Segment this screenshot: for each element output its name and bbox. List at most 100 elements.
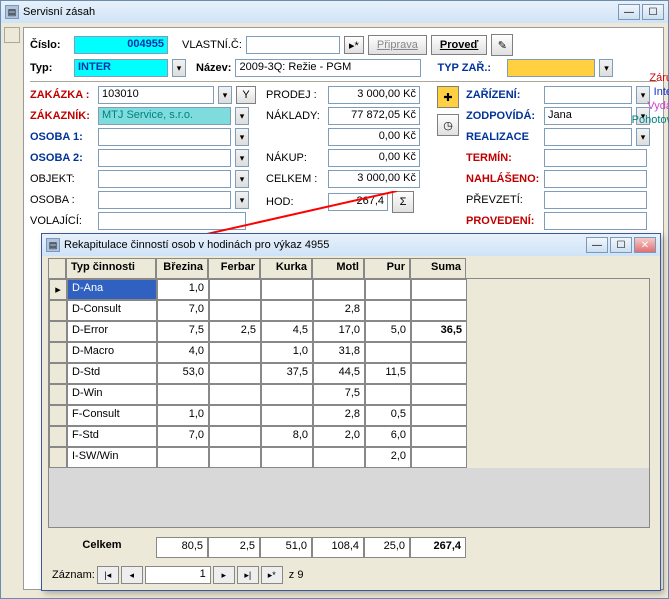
hod-label: HOD: (266, 196, 324, 208)
grid-body[interactable]: ▸D-Ana1,0D-Consult7,02,8D-Error7,52,54,5… (48, 278, 650, 528)
objekt-label: OBJEKT: (30, 173, 94, 185)
tot-1: 2,5 (208, 537, 260, 558)
objekt-dd[interactable] (235, 170, 249, 188)
provedeni-label: PROVEDENÍ: (466, 215, 540, 227)
osoba-label: OSOBA : (30, 194, 94, 206)
recap-titlebar: ▤ Rekapitulace činností osob v hodinách … (42, 234, 660, 256)
table-row[interactable]: ▸D-Ana1,0 (49, 279, 649, 300)
osoba1-dd[interactable] (235, 128, 249, 146)
hod-field[interactable]: 267,4 (328, 193, 388, 211)
plus-button[interactable]: ✚ (437, 86, 459, 108)
osoba1-field[interactable] (98, 128, 231, 146)
prodej-field[interactable]: 3 000,00 Kč (328, 86, 420, 104)
blank-field[interactable]: 0,00 Kč (328, 128, 420, 146)
nazev-field[interactable]: 2009-3Q: Režie - PGM (235, 59, 421, 77)
naklady-field[interactable]: 77 872,05 Kč (328, 107, 420, 125)
typzar-field[interactable] (507, 59, 595, 77)
clock-button[interactable]: ◷ (437, 114, 459, 136)
nav-prev[interactable]: ◂ (121, 566, 143, 584)
osoba2-field[interactable] (98, 149, 231, 167)
recap-icon: ▤ (46, 238, 60, 252)
table-row[interactable]: D-Win7,5 (49, 384, 649, 405)
nakup-label: NÁKUP: (266, 152, 324, 164)
totals-label: Celkem (48, 537, 156, 558)
celkem-field[interactable]: 3 000,00 Kč (328, 170, 420, 188)
tot-2: 51,0 (260, 537, 312, 558)
grid-header: Typ činnosti Březina Ferbar Kurka Motl P… (48, 258, 650, 279)
recap-min[interactable]: — (586, 237, 608, 253)
col-motl[interactable]: Motl (312, 258, 364, 279)
provedeni-field[interactable] (544, 212, 647, 230)
table-row[interactable]: D-Macro4,01,031,8 (49, 342, 649, 363)
zakazka-field[interactable]: 103010 (98, 86, 214, 104)
typzar-dropdown[interactable] (599, 59, 613, 77)
realizace-field[interactable] (544, 128, 632, 146)
main-window: ▤ Servisní zásah — ☐ Číslo: 004955 VLAST… (0, 0, 669, 599)
recap-close[interactable]: ✕ (634, 237, 656, 253)
col-kurka[interactable]: Kurka (260, 258, 312, 279)
table-row[interactable]: I-SW/Win2,0 (49, 447, 649, 468)
table-row[interactable]: D-Error7,52,54,517,05,036,5 (49, 321, 649, 342)
rec-label: Záznam: (52, 569, 95, 581)
side-legend: Záru Inte Vydá Pohotov (632, 71, 669, 127)
recap-window: ▤ Rekapitulace činností osob v hodinách … (41, 233, 661, 591)
tot-5: 267,4 (410, 537, 466, 558)
prevzeti-label: PŘEVZETÍ: (466, 194, 540, 206)
table-row[interactable]: F-Std7,08,02,06,0 (49, 426, 649, 447)
nav-next[interactable]: ▸ (213, 566, 235, 584)
volajici-field[interactable] (98, 212, 246, 230)
table-row[interactable]: D-Consult7,02,8 (49, 300, 649, 321)
col-typ[interactable]: Typ činnosti (66, 258, 156, 279)
minimize-button[interactable]: — (618, 4, 640, 20)
proved-button[interactable]: Proveď (431, 35, 487, 55)
maximize-button[interactable]: ☐ (642, 4, 664, 20)
tool-1[interactable] (4, 27, 20, 43)
zakaznik-label: ZÁKAZNÍK: (30, 110, 94, 122)
goto-button[interactable]: ▸* (344, 36, 364, 54)
zakaznik-dd[interactable] (235, 107, 249, 125)
nazev-label: Název: (196, 62, 231, 74)
osoba2-dd[interactable] (235, 149, 249, 167)
zakazka-dd[interactable] (218, 86, 232, 104)
termin-field[interactable] (544, 149, 647, 167)
osoba-dd[interactable] (235, 191, 249, 209)
sigma-button[interactable]: Σ (392, 191, 414, 213)
vlastnic-label: VLASTNÍ.Č: (182, 39, 242, 51)
recap-title: Rekapitulace činností osob v hodinách pr… (64, 239, 329, 251)
col-pur[interactable]: Pur (364, 258, 410, 279)
zodpovida-field[interactable]: Jana (544, 107, 632, 125)
realizace-dd[interactable] (636, 128, 650, 146)
tot-4: 25,0 (364, 537, 410, 558)
nakup-field[interactable]: 0,00 Kč (328, 149, 420, 167)
zakaznik-field[interactable]: MTJ Service, s.r.o. (98, 107, 231, 125)
volajici-label: VOLAJÍCÍ: (30, 215, 94, 227)
table-row[interactable]: D-Std53,037,544,511,5 (49, 363, 649, 384)
recap-max[interactable]: ☐ (610, 237, 632, 253)
nav-last[interactable]: ▸| (237, 566, 259, 584)
cislo-field[interactable]: 004955 (74, 36, 168, 54)
typ-dropdown[interactable] (172, 59, 186, 77)
osoba-field[interactable] (98, 191, 231, 209)
app-icon: ▤ (5, 5, 19, 19)
nav-first[interactable]: |◂ (97, 566, 119, 584)
wand-button[interactable]: ✎ (491, 34, 513, 56)
prodej-label: PRODEJ : (266, 89, 324, 101)
objekt-field[interactable] (98, 170, 231, 188)
main-titlebar: ▤ Servisní zásah — ☐ (1, 1, 668, 23)
table-row[interactable]: F-Consult1,02,80,5 (49, 405, 649, 426)
osoba1-label: OSOBA 1: (30, 131, 94, 143)
priprava-button[interactable]: Připrava (368, 35, 427, 55)
nav-new[interactable]: ▸* (261, 566, 283, 584)
col-suma[interactable]: Suma (410, 258, 466, 279)
zarizeni-field[interactable] (544, 86, 632, 104)
nahlaseno-field[interactable] (544, 170, 647, 188)
col-brezina[interactable]: Březina (156, 258, 208, 279)
vlastnic-field[interactable] (246, 36, 340, 54)
termin-label: TERMÍN: (466, 152, 540, 164)
col-ferbar[interactable]: Ferbar (208, 258, 260, 279)
rec-value[interactable]: 1 (145, 566, 211, 584)
nahlaseno-label: NAHLÁŠENO: (466, 173, 540, 185)
prevzeti-field[interactable] (544, 191, 647, 209)
zakazka-tool[interactable]: Y (236, 86, 256, 104)
typ-field[interactable]: INTER (74, 59, 168, 77)
